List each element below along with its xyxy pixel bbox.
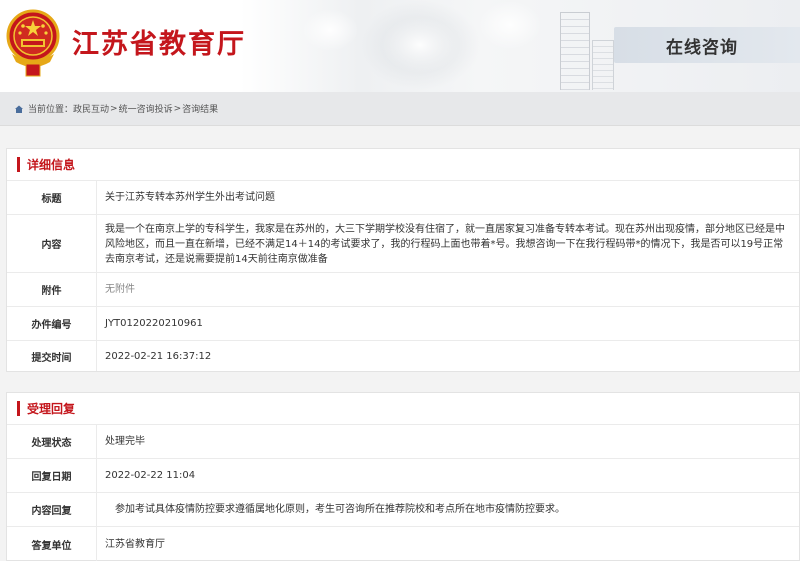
section-marker xyxy=(17,401,20,416)
row-label: 标题 xyxy=(7,181,97,214)
reply-row-unit: 答复单位 江苏省教育厅 xyxy=(7,527,799,561)
breadcrumb: 当前位置： 政民互动 > 统一咨询投诉 > 咨询结果 xyxy=(0,92,800,126)
row-value: 江苏省教育厅 xyxy=(105,538,165,550)
row-value: 我是一个在南京上学的专科学生，我家是在苏州的，大三下学期学校没有住宿了，就一直居… xyxy=(105,224,785,265)
section-tag-label: 在线咨询 xyxy=(666,38,738,58)
section-tag: 在线咨询 xyxy=(614,27,800,63)
breadcrumb-item-consultation[interactable]: 统一咨询投诉 xyxy=(119,102,173,115)
home-icon xyxy=(15,105,23,113)
breadcrumb-item-interaction[interactable]: 政民互动 xyxy=(73,102,109,115)
building-illustration-small xyxy=(592,40,614,90)
reply-panel: 受理回复 处理状态 处理完毕 回复日期 2022-02-22 11:04 内容回… xyxy=(6,392,800,561)
row-value: 无附件 xyxy=(105,284,135,295)
detail-panel-header: 详细信息 xyxy=(7,149,799,181)
detail-row-title: 标题 关于江苏专转本苏州学生外出考试问题 xyxy=(7,181,799,215)
row-label: 附件 xyxy=(7,273,97,306)
row-value: 关于江苏专转本苏州学生外出考试问题 xyxy=(105,192,275,203)
detail-panel: 详细信息 标题 关于江苏专转本苏州学生外出考试问题 内容 我是一个在南京上学的专… xyxy=(6,148,800,372)
reply-panel-title: 受理回复 xyxy=(27,402,76,416)
detail-row-submit-time: 提交时间 2022-02-21 16:37:12 xyxy=(7,341,799,371)
reply-row-content: 内容回复 参加考试具体疫情防控要求遵循属地化原则，考生可咨询所在推荐院校和考点所… xyxy=(7,493,799,527)
row-value: JYT0120220210961 xyxy=(105,318,203,329)
breadcrumb-separator: > xyxy=(110,103,118,114)
row-label: 提交时间 xyxy=(7,341,97,371)
reply-row-status: 处理状态 处理完毕 xyxy=(7,425,799,459)
detail-panel-title: 详细信息 xyxy=(27,158,76,172)
row-label: 内容 xyxy=(7,215,97,272)
detail-row-attachment: 附件 无附件 xyxy=(7,273,799,307)
breadcrumb-prefix: 当前位置： xyxy=(28,105,74,115)
row-value: 处理完毕 xyxy=(105,436,145,447)
row-label: 办件编号 xyxy=(7,307,97,340)
site-header: 江苏省教育厅 在线咨询 xyxy=(0,0,800,92)
row-label: 内容回复 xyxy=(7,493,97,526)
section-marker xyxy=(17,157,20,172)
site-title[interactable]: 江苏省教育厅 xyxy=(72,22,246,61)
row-value: 2022-02-21 16:37:12 xyxy=(105,350,212,362)
building-illustration xyxy=(560,12,590,90)
banner-decoration xyxy=(270,0,570,92)
row-label: 回复日期 xyxy=(7,459,97,492)
row-label: 处理状态 xyxy=(7,425,97,458)
breadcrumb-separator: > xyxy=(173,103,182,114)
row-label: 答复单位 xyxy=(7,527,97,561)
reply-row-date: 回复日期 2022-02-22 11:04 xyxy=(7,459,799,493)
national-emblem-icon[interactable] xyxy=(6,6,60,80)
detail-row-case-number: 办件编号 JYT0120220210961 xyxy=(7,307,799,341)
row-value: 2022-02-22 11:04 xyxy=(105,470,196,481)
detail-row-content: 内容 我是一个在南京上学的专科学生，我家是在苏州的，大三下学期学校没有住宿了，就… xyxy=(7,215,799,273)
row-value: 参加考试具体疫情防控要求遵循属地化原则，考生可咨询所在推荐院校和考点所在地市疫情… xyxy=(115,504,565,515)
reply-panel-header: 受理回复 xyxy=(7,393,799,425)
breadcrumb-item-result[interactable]: 咨询结果 xyxy=(182,102,218,115)
